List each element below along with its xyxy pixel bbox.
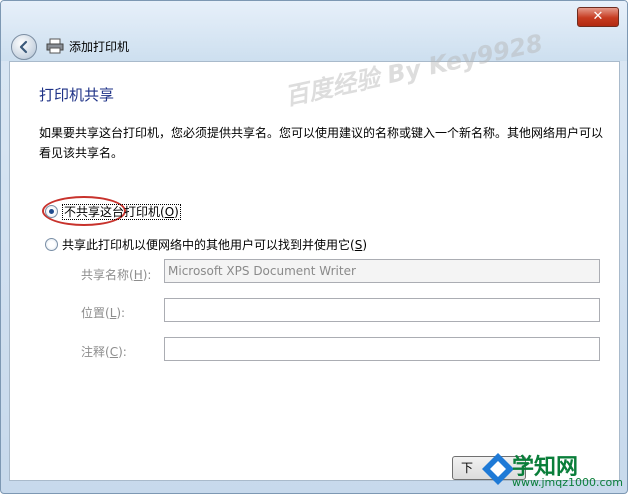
no-share-label-focus: 不共享这台打印机(O) [62,204,181,220]
location-label-tail: ): [116,306,126,320]
no-share-label: 不共享这台打印机 [64,205,161,219]
share-label: 共享此打印机以便网络中的其他用户可以找到并使用它 [62,238,351,252]
share-radio[interactable] [45,238,58,251]
comment-field[interactable] [164,337,600,361]
location-field[interactable] [164,298,600,322]
location-label: 位置(L): [81,304,125,321]
share-name-field[interactable]: Microsoft XPS Document Writer [164,259,600,283]
share-name-label-text: 共享名称( [81,268,134,282]
back-button[interactable] [11,34,37,60]
share-accel-close: ) [362,238,368,252]
printer-icon [46,38,64,54]
no-share-radio[interactable] [45,205,58,218]
comment-label-tail: ): [118,345,127,359]
location-label-text: 位置( [81,306,110,320]
page-title: 打印机共享 [39,86,115,104]
share-name-label-tail: ): [142,268,152,282]
comment-accel: C [109,345,119,359]
share-name-accel: H [133,268,143,282]
window-title: 添加打印机 [69,40,130,54]
comment-label-text: 注释( [81,345,110,359]
no-share-accel-close: ) [174,205,179,219]
comment-label: 注释(C): [81,343,127,360]
no-share-accel: O [164,205,175,219]
share-name-label: 共享名称(H): [81,266,151,283]
page-description: 如果要共享这台打印机，您必须提供共享名。您可以使用建议的名称或键入一个新名称。其… [39,126,604,160]
back-arrow-icon [19,40,28,54]
close-button[interactable]: ✕ [577,7,619,27]
no-share-option[interactable]: 不共享这台打印机(O) [62,203,181,220]
site-logo-url: www.jmqz1000.com [512,476,623,489]
share-option[interactable]: 共享此打印机以便网络中的其他用户可以找到并使用它(S) [62,236,367,253]
